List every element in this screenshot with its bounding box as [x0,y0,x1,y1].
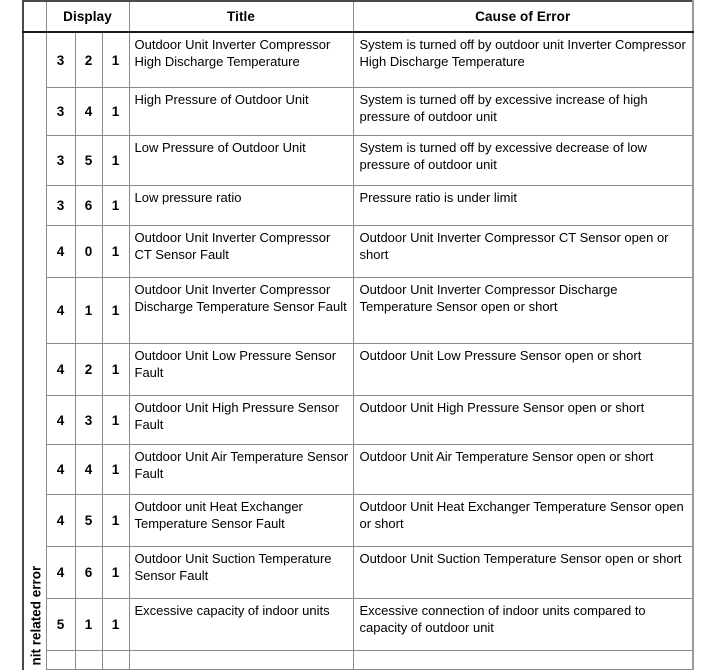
error-cause: Outdoor Unit High Pressure Sensor open o… [352,395,694,445]
display-digit-3: 1 [101,87,130,136]
vertical-label-wrap: nit related error [24,140,45,670]
group-label-text: nit related error [27,565,43,666]
error-cause: Outdoor Unit Suction Temperature Sensor … [352,546,694,599]
error-cause: Excessive connection of indoor units com… [352,598,694,651]
table-row: 5 1 1 Excessive capacity of indoor units… [23,598,694,651]
error-title: High Pressure of Outdoor Unit [128,87,354,136]
column-header-cause: Cause of Error [352,0,694,33]
display-digit-1: 3 [45,87,76,136]
error-cause: Pressure ratio is under limit [352,185,694,226]
display-digit-1: 4 [45,444,76,495]
display-digit-1: 3 [45,135,76,186]
display-digit-2: 5 [74,494,103,547]
error-code-table: Display Title Cause of Error nit related… [22,0,694,670]
display-digit-3: 1 [101,598,130,651]
error-title: Low Pressure of Outdoor Unit [128,135,354,186]
column-header-group [22,0,47,33]
display-digit-1: 5 [45,598,76,651]
display-digit-2: 6 [74,185,103,226]
display-digit-3: 1 [101,135,130,186]
display-digit-2: 1 [74,277,103,344]
document-page: Display Title Cause of Error nit related… [0,0,707,670]
table-row: 4 2 1 Outdoor Unit Low Pressure Sensor F… [23,343,694,396]
group-label-cell: nit related error [22,32,47,670]
error-title: Excessive capacity of indoor units [128,598,354,651]
error-title: Outdoor Unit Low Pressure Sensor Fault [128,343,354,396]
display-digit-3: 1 [101,185,130,226]
display-digit-3: 1 [101,444,130,495]
display-digit-3 [101,650,130,670]
table-row: 3 5 1 Low Pressure of Outdoor Unit Syste… [23,135,694,186]
error-cause [352,650,694,670]
error-title: Low pressure ratio [128,185,354,226]
table-row: 4 5 1 Outdoor unit Heat Exchanger Temper… [23,494,694,547]
display-digit-2: 6 [74,546,103,599]
error-cause: Outdoor Unit Inverter Compressor CT Sens… [352,225,694,278]
error-cause: Outdoor Unit Heat Exchanger Temperature … [352,494,694,547]
error-cause: Outdoor Unit Air Temperature Sensor open… [352,444,694,495]
display-digit-2: 3 [74,395,103,445]
display-digit-1 [45,650,76,670]
error-title: Outdoor Unit Inverter Compressor Dischar… [128,277,354,344]
error-cause: Outdoor Unit Low Pressure Sensor open or… [352,343,694,396]
error-cause: System is turned off by excessive increa… [352,87,694,136]
display-digit-2 [74,650,103,670]
display-digit-3: 1 [101,546,130,599]
display-digit-2: 2 [74,343,103,396]
error-title: Outdoor Unit Suction Temperature Sensor … [128,546,354,599]
display-digit-1: 4 [45,395,76,445]
table-row-partial [23,650,694,670]
display-digit-3: 1 [101,225,130,278]
table-row: 3 4 1 High Pressure of Outdoor Unit Syst… [23,87,694,136]
display-digit-2: 2 [74,31,103,88]
display-digit-3: 1 [101,31,130,88]
table-row: 4 4 1 Outdoor Unit Air Temperature Senso… [23,444,694,495]
display-digit-1: 4 [45,494,76,547]
error-title [128,650,354,670]
error-title: Outdoor Unit Inverter Compressor High Di… [128,31,354,88]
table-row: 4 0 1 Outdoor Unit Inverter Compressor C… [23,225,694,278]
display-digit-1: 4 [45,277,76,344]
display-digit-1: 4 [45,546,76,599]
display-digit-2: 1 [74,598,103,651]
column-header-title: Title [128,0,354,33]
display-digit-3: 1 [101,395,130,445]
table-row: nit related error 3 2 1 Outdoor Unit Inv… [22,31,694,670]
display-digit-2: 4 [74,444,103,495]
display-digit-2: 4 [74,87,103,136]
column-header-display: Display [45,0,130,33]
error-cause: System is turned off by excessive decrea… [352,135,694,186]
display-digit-3: 1 [101,494,130,547]
display-digit-1: 4 [45,343,76,396]
error-title: Outdoor Unit High Pressure Sensor Fault [128,395,354,445]
table-row: 4 3 1 Outdoor Unit High Pressure Sensor … [23,395,694,445]
display-digit-2: 5 [74,135,103,186]
table-row: 4 6 1 Outdoor Unit Suction Temperature S… [23,546,694,599]
error-cause: Outdoor Unit Inverter Compressor Dischar… [352,277,694,344]
error-title: Outdoor Unit Air Temperature Sensor Faul… [128,444,354,495]
table-row: 4 1 1 Outdoor Unit Inverter Compressor D… [23,277,694,344]
table-body: nit related error 3 2 1 Outdoor Unit Inv… [22,31,694,670]
error-title: Outdoor Unit Inverter Compressor CT Sens… [128,225,354,278]
error-title: Outdoor unit Heat Exchanger Temperature … [128,494,354,547]
table-header-row: Display Title Cause of Error [22,0,694,33]
error-cause: System is turned off by outdoor unit Inv… [352,31,694,88]
display-digit-2: 0 [74,225,103,278]
display-digit-3: 1 [101,277,130,344]
table-row: 3 6 1 Low pressure ratio Pressure ratio … [23,185,694,226]
display-digit-1: 4 [45,225,76,278]
display-digit-1: 3 [45,31,76,88]
display-digit-1: 3 [45,185,76,226]
display-digit-3: 1 [101,343,130,396]
